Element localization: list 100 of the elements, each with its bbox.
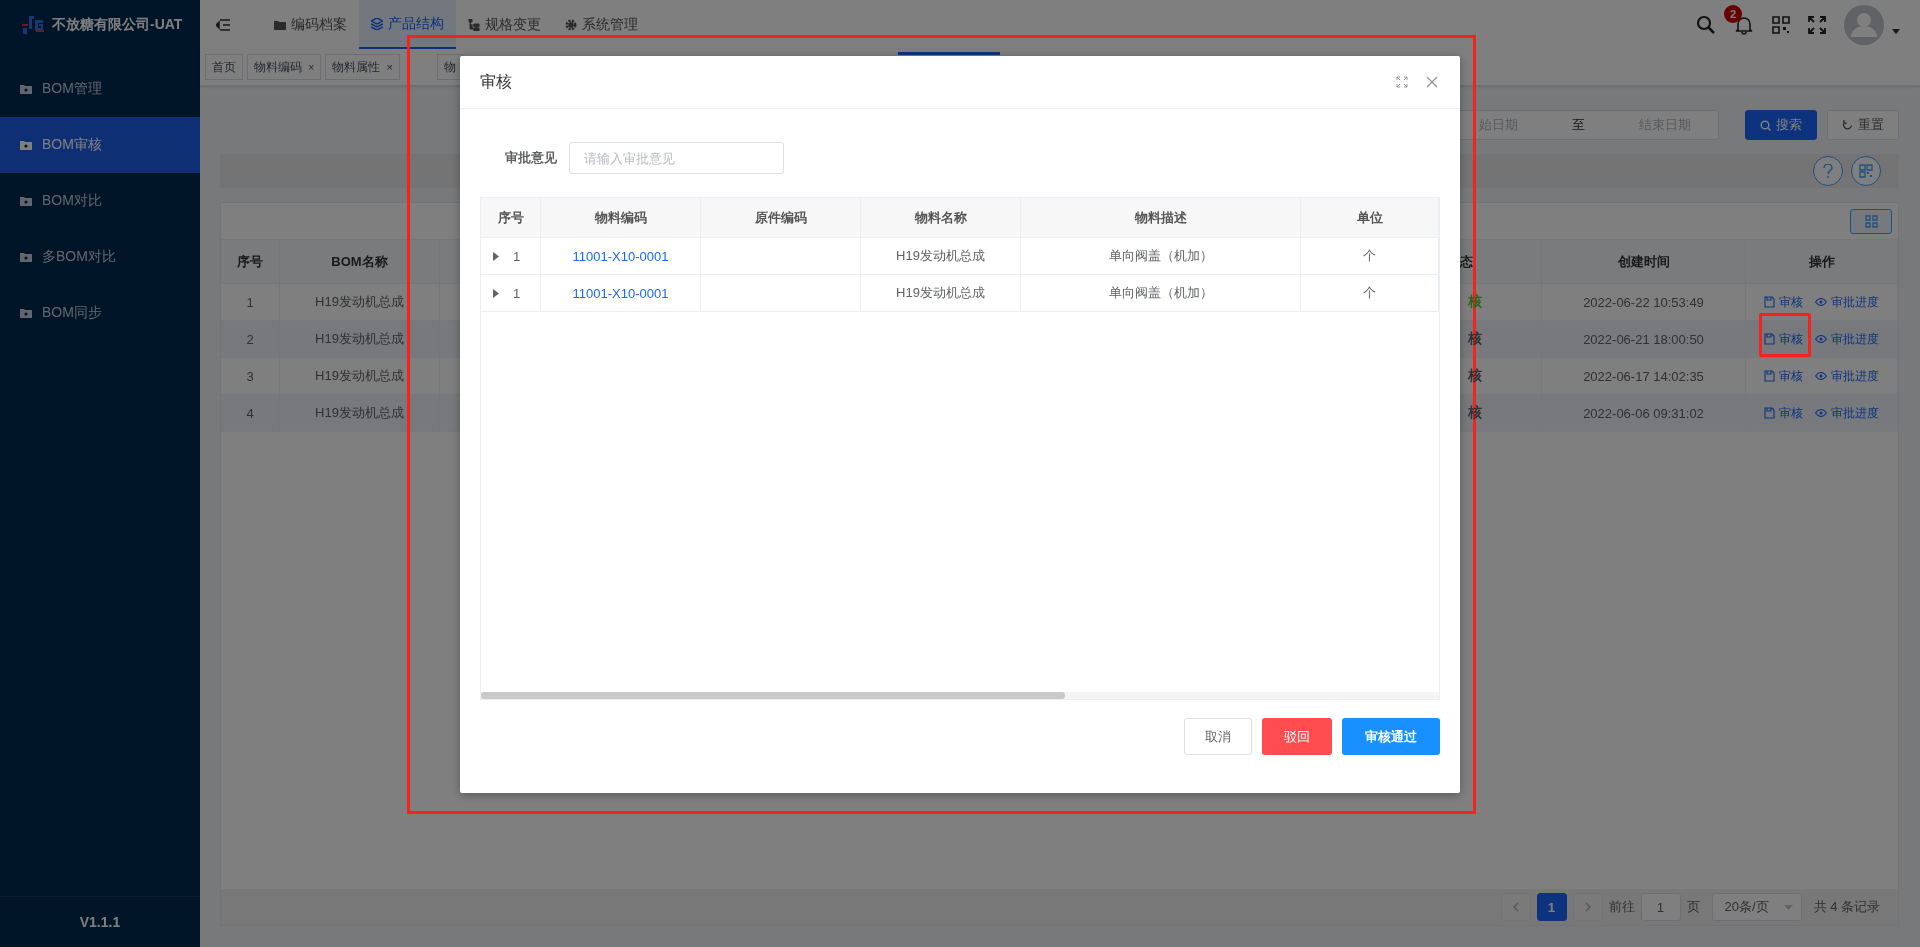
page-tab-label: 物料属性: [332, 58, 381, 76]
table-cell: 个: [1301, 238, 1439, 275]
review-link[interactable]: 审核: [1764, 330, 1803, 348]
sidebar-item[interactable]: BOM对比: [0, 173, 200, 229]
table-cell: H19发动机总成: [280, 395, 440, 432]
expand-row-icon[interactable]: [493, 288, 499, 298]
caret-icon: [1783, 904, 1793, 910]
page-tab-label: 首页: [212, 58, 236, 76]
sidebar-item[interactable]: BOM同步: [0, 285, 200, 341]
hierarchy-icon: [468, 18, 480, 31]
page-number-button[interactable]: 1: [1536, 893, 1567, 921]
refresh-icon: [1842, 119, 1853, 131]
dialog-button[interactable]: 审核通过: [1342, 718, 1440, 755]
close-tab-button[interactable]: ×: [386, 61, 393, 73]
page-tab-label: 物料编码: [254, 58, 302, 76]
nav-tab[interactable]: 编码档案: [262, 0, 359, 49]
eye-icon: [1815, 298, 1827, 306]
qr-code-icon[interactable]: [1772, 15, 1790, 34]
review-link[interactable]: 审核: [1764, 404, 1803, 422]
folder-icon: [20, 196, 32, 206]
gear-icon: [565, 18, 577, 31]
page-tab[interactable]: 首页: [205, 54, 243, 80]
total-records-label: 共 4 条记录: [1813, 898, 1880, 916]
chevron-right-icon: [1584, 902, 1591, 912]
range-separator: 至: [1572, 116, 1585, 134]
table-header-cell: 物料编码: [541, 198, 701, 238]
page-unit-label: 页: [1686, 898, 1700, 916]
review-link[interactable]: 审核: [1764, 293, 1803, 311]
folder-icon: [20, 140, 32, 150]
dialog-button[interactable]: 驳回: [1262, 718, 1332, 755]
menu-collapse-icon[interactable]: [216, 18, 230, 31]
nav-tab[interactable]: 规格变更: [456, 0, 553, 49]
sidebar-item[interactable]: BOM管理: [0, 61, 200, 117]
page-tab-label: 物: [443, 58, 456, 76]
page-number-field[interactable]: 1: [1640, 893, 1681, 921]
chevron-left-icon: [1512, 902, 1519, 912]
nav-tab[interactable]: 产品结构: [359, 0, 456, 49]
qr-code-icon: [1859, 164, 1873, 178]
sidebar-item[interactable]: BOM审核: [0, 117, 200, 173]
search-button[interactable]: 搜索: [1745, 110, 1817, 140]
qr-code-button[interactable]: [1851, 156, 1881, 186]
table-header-cell: 原件编码: [701, 198, 861, 238]
table-cell: H19发动机总成: [861, 238, 1021, 275]
page-tab[interactable]: 物料属性 ×: [325, 54, 400, 80]
nav-tab[interactable]: 系统管理: [553, 0, 650, 49]
table-header-cell: 物料名称: [861, 198, 1021, 238]
layers-icon: [371, 17, 383, 30]
table-cell: H19发动机总成: [861, 275, 1021, 312]
folder-icon: [274, 19, 286, 30]
avatar-icon[interactable]: [1844, 4, 1884, 45]
folder-icon: [20, 308, 32, 318]
save-icon: [1764, 370, 1775, 382]
table-cell: 1: [513, 248, 521, 264]
approval-progress-link[interactable]: 审批进度: [1815, 404, 1879, 422]
folder-icon: [20, 84, 32, 94]
horizontal-scrollbar[interactable]: [481, 692, 1439, 699]
table-cell: 单向阀盖（机加）: [1021, 275, 1301, 312]
material-code-link[interactable]: 11001-X10-0001: [572, 248, 669, 264]
review-link[interactable]: 审核: [1764, 367, 1803, 385]
close-tab-button[interactable]: ×: [308, 61, 315, 73]
material-code-link[interactable]: 11001-X10-0001: [572, 285, 669, 301]
logo-icon: [20, 13, 46, 36]
table-header-cell: 序号: [481, 198, 541, 238]
table-header-cell: 物料描述: [1021, 198, 1301, 238]
caret-icon[interactable]: [1892, 29, 1900, 34]
eye-icon: [1815, 335, 1827, 343]
approval-progress-link[interactable]: 审批进度: [1815, 330, 1879, 348]
table-header-cell: 序号: [221, 239, 280, 284]
search-icon: [1760, 119, 1771, 131]
help-button[interactable]: [1813, 156, 1843, 186]
dialog-title: 审核: [480, 71, 512, 92]
scrollbar-thumb[interactable]: [481, 692, 1066, 699]
opinion-field[interactable]: 请输入审批意见: [569, 142, 784, 174]
column-settings-button[interactable]: [1850, 208, 1892, 234]
goto-label: 前往: [1608, 898, 1635, 916]
bell-icon[interactable]: [1734, 14, 1754, 35]
maximize-icon[interactable]: [1396, 76, 1408, 88]
table-header-cell: BOM名称: [280, 239, 440, 284]
expand-row-icon[interactable]: [493, 251, 499, 261]
table-header-cell: 操作: [1746, 239, 1898, 284]
fullscreen-icon[interactable]: [1808, 15, 1826, 34]
grid-icon: [1864, 214, 1878, 228]
table-cell: 单向阀盖（机加）: [1021, 238, 1301, 275]
approval-progress-link[interactable]: 审批进度: [1815, 367, 1879, 385]
table-cell: 2022-06-06 09:31:02: [1542, 395, 1746, 432]
sidebar-item[interactable]: 多BOM对比: [0, 229, 200, 285]
reset-button[interactable]: 重置: [1827, 110, 1899, 140]
annotation-frame: [1759, 313, 1811, 357]
company-name: 不放糖有限公司-UAT: [52, 15, 183, 34]
page-tab[interactable]: 物料编码 ×: [247, 54, 322, 80]
table-cell: 4: [221, 395, 280, 432]
opinion-label: 审批意见: [504, 149, 557, 167]
close-icon[interactable]: [1426, 76, 1438, 88]
eye-icon: [1815, 409, 1827, 417]
search-icon[interactable]: [1696, 14, 1716, 35]
page-size-select[interactable]: 20条/页: [1711, 893, 1802, 921]
dialog-button[interactable]: 取消: [1184, 718, 1252, 755]
approval-progress-link[interactable]: 审批进度: [1815, 293, 1879, 311]
table-header-cell: 单位: [1301, 198, 1439, 238]
table-cell: H19发动机总成: [280, 321, 440, 358]
